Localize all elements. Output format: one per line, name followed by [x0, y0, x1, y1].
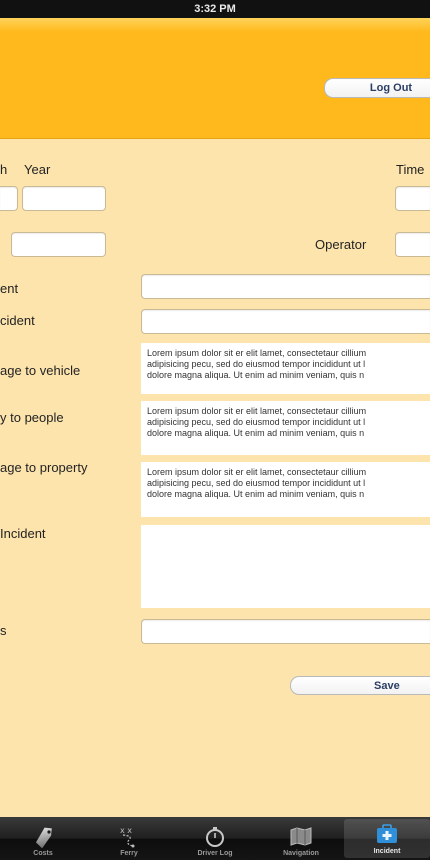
route-icon: x x: [120, 826, 135, 848]
tab-driver-log[interactable]: Driver Log: [172, 817, 258, 860]
field2-label: cident: [0, 313, 35, 328]
tab-costs[interactable]: Costs: [0, 817, 86, 860]
time-input[interactable]: [395, 186, 430, 211]
month-input[interactable]: [0, 186, 18, 211]
lorem-line: adipisicing pecu, sed do eiusmod tempor …: [147, 359, 366, 369]
first-aid-kit-icon: [377, 824, 397, 843]
svg-text:x x: x x: [120, 826, 132, 835]
tab-label: Incident: [373, 848, 401, 855]
injury-people-label: y to people: [0, 410, 64, 425]
lorem-line: adipisicing pecu, sed do eiusmod tempor …: [147, 478, 366, 488]
vehicle-number-input[interactable]: [11, 232, 106, 257]
lorem-line: Lorem ipsum dolor sit er elit lamet, con…: [147, 467, 367, 477]
incident-description-textarea[interactable]: [141, 525, 430, 608]
tab-incident[interactable]: Incident: [344, 819, 430, 858]
tab-navigation[interactable]: Navigation: [258, 817, 344, 860]
lorem-line: adipisicing pecu, sed do eiusmod tempor …: [147, 417, 366, 427]
year-label: Year: [24, 162, 51, 177]
last-field-label: s: [0, 623, 7, 638]
field1-label: ent: [0, 281, 19, 296]
year-input[interactable]: [22, 186, 106, 211]
tab-label: Driver Log: [197, 850, 233, 857]
time-label: Time: [396, 162, 425, 177]
last-field-input[interactable]: [141, 619, 430, 644]
map-icon: [290, 827, 312, 846]
status-time: 3:32 PM: [194, 3, 236, 15]
lorem-line: dolore magna aliqua. Ut enim ad minim ve…: [147, 489, 365, 499]
lorem-line: dolore magna aliqua. Ut enim ad minim ve…: [147, 428, 365, 438]
tab-label: Ferry: [120, 850, 138, 857]
operator-label: Operator: [315, 237, 367, 252]
status-bar: 3:32 PM: [0, 0, 430, 18]
damage-property-label: age to property: [0, 460, 88, 475]
damage-vehicle-textarea[interactable]: Lorem ipsum dolor sit er elit lamet, con…: [141, 343, 430, 394]
tag-icon: [35, 827, 52, 848]
damage-vehicle-label: age to vehicle: [0, 363, 81, 378]
tab-label: Navigation: [283, 850, 319, 857]
field1-input[interactable]: [141, 274, 430, 299]
field2-input[interactable]: [141, 309, 430, 334]
incident-label: Incident: [0, 526, 46, 541]
lorem-line: dolore magna aliqua. Ut enim ad minim ve…: [147, 370, 365, 380]
lorem-line: Lorem ipsum dolor sit er elit lamet, con…: [147, 348, 367, 358]
lorem-line: Lorem ipsum dolor sit er elit lamet, con…: [147, 406, 367, 416]
tab-label: Costs: [33, 850, 53, 857]
damage-property-textarea[interactable]: Lorem ipsum dolor sit er elit lamet, con…: [141, 462, 430, 517]
tab-ferry[interactable]: x x Ferry: [86, 817, 172, 860]
injury-people-textarea[interactable]: Lorem ipsum dolor sit er elit lamet, con…: [141, 401, 430, 455]
stopwatch-icon: [206, 827, 224, 847]
month-label: h: [0, 162, 8, 177]
logout-button[interactable]: Log Out: [324, 78, 430, 98]
operator-input[interactable]: [395, 232, 430, 257]
tab-bar: Costs x x Ferry Driver Log Navigation In…: [0, 817, 430, 860]
save-button[interactable]: Save: [290, 676, 430, 695]
